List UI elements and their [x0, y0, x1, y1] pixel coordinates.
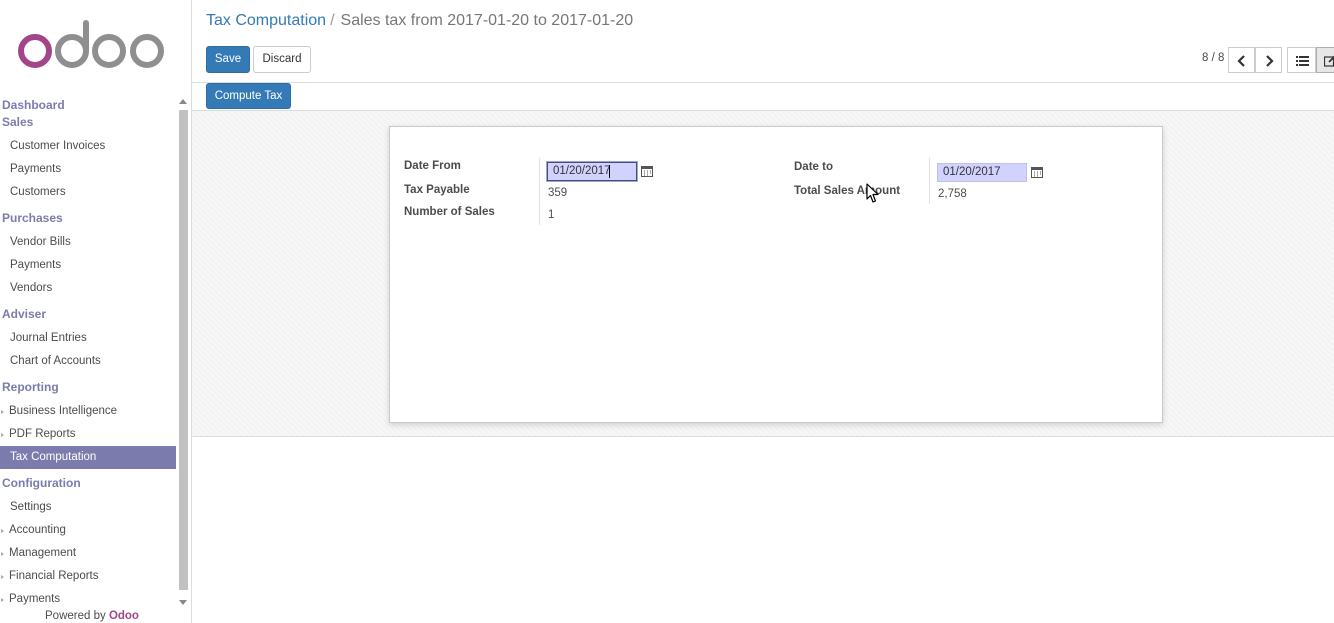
sidebar-section-reporting[interactable]: Reporting [0, 377, 176, 400]
tax-payable-value: 359 [548, 187, 568, 199]
total-sales-amount-value: 2,758 [938, 188, 967, 200]
sidebar-item-pdf-reports[interactable]: PDF Reports [0, 423, 176, 446]
sidebar-section-adviser[interactable]: Adviser [0, 304, 176, 327]
sidebar-item-vendors[interactable]: Vendors [0, 277, 176, 300]
list-view-button[interactable] [1287, 47, 1316, 73]
breadcrumb: Tax Computation / Sales tax from 2017-01-2… [206, 12, 633, 30]
powered-by-text: Powered by [45, 610, 106, 622]
sidebar-item-payments[interactable]: Payments [0, 254, 176, 277]
date-from-input[interactable]: 01/20/2017 [547, 162, 637, 181]
compute-tax-button[interactable]: Compute Tax [206, 83, 291, 109]
number-of-sales-label: Number of Sales [404, 206, 495, 218]
edit-icon [1324, 55, 1334, 67]
sidebar-scrollbar[interactable] [177, 97, 190, 609]
sidebar-item-customers[interactable]: Customers [0, 181, 176, 204]
form-sheet: Date From Tax Payable Number of Sales 01… [389, 126, 1163, 423]
list-icon [1296, 56, 1309, 66]
date-to-input[interactable]: 01/20/2017 [937, 163, 1027, 182]
sidebar-item-business-intelligence[interactable]: Business Intelligence [0, 400, 176, 423]
pager-previous-button[interactable] [1228, 47, 1255, 73]
breadcrumb-separator: / [330, 12, 335, 29]
powered-by: Powered by Odoo [45, 610, 139, 622]
pager-value[interactable]: 8 / 8 [1202, 52, 1224, 64]
sidebar-item-journal-entries[interactable]: Journal Entries [0, 327, 176, 350]
sidebar-item-settings[interactable]: Settings [0, 496, 176, 519]
sidebar-section-purchases[interactable]: Purchases [0, 208, 176, 231]
control-panel: Tax Computation / Sales tax from 2017-01-2… [192, 0, 1334, 83]
sidebar-section-sales[interactable]: Sales [0, 112, 176, 135]
sidebar-section-dashboard[interactable]: Dashboard [0, 95, 176, 112]
date-from-calendar-icon[interactable] [641, 165, 653, 177]
form-view-button[interactable] [1316, 47, 1334, 73]
sidebar-section-configuration[interactable]: Configuration [0, 473, 176, 496]
form-statusbar: Compute Tax [192, 83, 1334, 111]
pager-next-button[interactable] [1255, 47, 1282, 73]
breadcrumb-current: Sales tax from 2017-01-20 to 2017-01-20 [340, 12, 634, 29]
sidebar-item-accounting[interactable]: Accounting [0, 519, 176, 542]
right-group-separator [929, 158, 930, 204]
powered-by-brand-link[interactable]: Odoo [109, 610, 139, 622]
discard-button[interactable]: Discard [253, 46, 311, 73]
sidebar-item-management[interactable]: Management [0, 542, 176, 565]
date-to-calendar-icon[interactable] [1031, 166, 1043, 178]
left-group-separator [539, 158, 540, 225]
sidebar-item-tax-computation[interactable]: Tax Computation [0, 446, 176, 469]
sidebar-item-payments[interactable]: Payments [0, 588, 176, 605]
date-to-label: Date to [794, 161, 833, 173]
main-content: Tax Computation / Sales tax from 2017-01-2… [192, 0, 1334, 623]
scroll-down-arrow-icon[interactable] [179, 600, 187, 605]
app-sidebar: Dashboard Sales Customer Invoices Payments C… [0, 0, 192, 623]
chevron-right-icon [1266, 55, 1274, 67]
scrollbar-thumb[interactable] [179, 110, 188, 590]
odoo-logo[interactable] [16, 18, 168, 72]
save-button[interactable]: Save [206, 46, 250, 73]
sidebar-item-vendor-bills[interactable]: Vendor Bills [0, 231, 176, 254]
sidebar-item-payments[interactable]: Payments [0, 158, 176, 181]
sidebar-item-chart-of-accounts[interactable]: Chart of Accounts [0, 350, 176, 373]
form-sheet-background: Date From Tax Payable Number of Sales 01… [192, 111, 1334, 437]
date-from-label: Date From [404, 160, 461, 172]
tax-payable-label: Tax Payable [404, 184, 470, 196]
sidebar-item-customer-invoices[interactable]: Customer Invoices [0, 135, 176, 158]
sidebar-item-financial-reports[interactable]: Financial Reports [0, 565, 176, 588]
sidebar-menu: Dashboard Sales Customer Invoices Payments C… [0, 95, 176, 605]
breadcrumb-parent-link[interactable]: Tax Computation [206, 12, 326, 29]
scroll-up-arrow-icon[interactable] [179, 99, 187, 104]
total-sales-amount-label: Total Sales Amount [794, 185, 901, 197]
chevron-left-icon [1237, 55, 1245, 67]
number-of-sales-value: 1 [548, 209, 555, 221]
